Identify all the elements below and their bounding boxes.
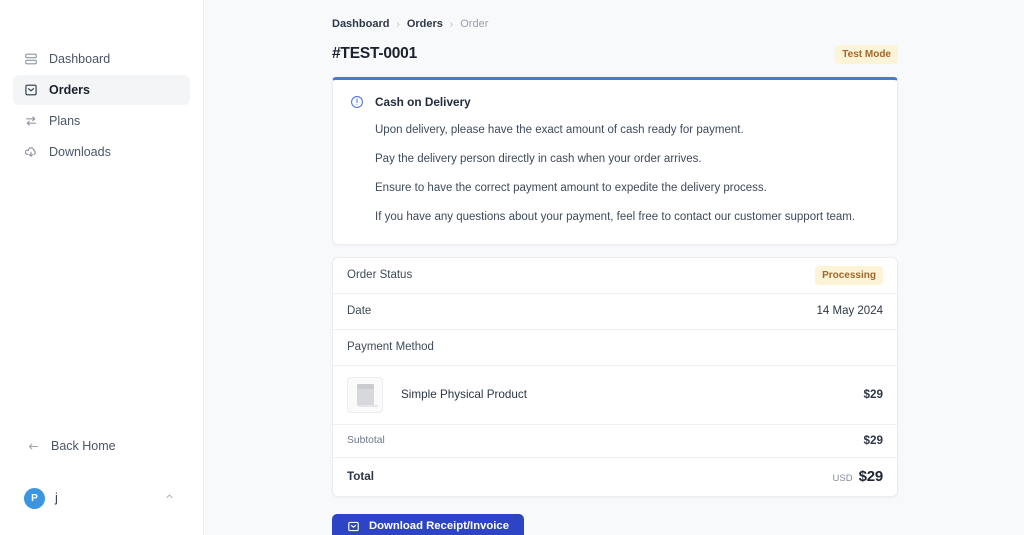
payment-method-row: Payment Method xyxy=(333,330,897,366)
cash-on-delivery-alert: Cash on Delivery Upon delivery, please h… xyxy=(332,77,898,245)
sidebar-item-plans[interactable]: Plans xyxy=(13,106,190,136)
total-amount: USD $29 xyxy=(833,468,884,485)
alert-body: Upon delivery, please have the exact amo… xyxy=(375,123,880,225)
breadcrumb-separator: › xyxy=(396,18,400,30)
product-name: Simple Physical Product xyxy=(401,388,528,402)
payment-method-label: Payment Method xyxy=(347,341,434,354)
alert-line: Pay the delivery person directly in cash… xyxy=(375,152,702,165)
product-price: $29 xyxy=(863,388,883,402)
info-circle-icon xyxy=(350,95,364,109)
sidebar-item-label: Dashboard xyxy=(49,51,111,66)
back-home-label: Back Home xyxy=(51,439,116,453)
inbox-icon xyxy=(24,83,38,97)
exchange-arrows-icon xyxy=(24,114,38,128)
sidebar-item-downloads[interactable]: Downloads xyxy=(13,137,190,167)
order-date-value: 14 May 2024 xyxy=(816,305,884,318)
total-row: Total USD $29 xyxy=(333,458,897,496)
sidebar: Dashboard Orders Plans Downloads Back Ho… xyxy=(0,0,204,535)
breadcrumb-dashboard[interactable]: Dashboard xyxy=(332,18,389,30)
cloud-download-icon xyxy=(24,145,38,159)
product-thumbnail xyxy=(347,376,383,413)
breadcrumb-separator: › xyxy=(449,18,454,30)
status-badge: Processing xyxy=(815,265,883,285)
content-column: Dashboard › Orders › Order #TEST-0001 Te… xyxy=(332,16,898,535)
user-menu[interactable]: P j xyxy=(13,483,190,513)
order-status-row: Order Status Processing xyxy=(333,258,897,294)
title-row: #TEST-0001 Test Mode xyxy=(332,43,898,65)
chevron-up-icon[interactable] xyxy=(164,491,175,505)
line-item-row: Simple Physical Product $29 xyxy=(333,366,897,425)
total-value: $29 xyxy=(858,468,884,486)
sidebar-item-dashboard[interactable]: Dashboard xyxy=(13,44,190,74)
order-date-label: Date xyxy=(347,305,372,318)
alert-title: Cash on Delivery xyxy=(375,95,471,109)
arrow-left-icon xyxy=(27,440,40,453)
sidebar-item-label: Plans xyxy=(49,113,81,128)
breadcrumb-order: Order xyxy=(460,18,489,30)
download-receipt-button[interactable]: Download Receipt/Invoice xyxy=(332,513,524,535)
inbox-icon xyxy=(347,520,360,533)
main-content: Dashboard › Orders › Order #TEST-0001 Te… xyxy=(204,0,1024,535)
alert-line: If you have any questions about your pay… xyxy=(375,210,856,223)
total-currency: USD xyxy=(832,473,853,485)
subtotal-label: Subtotal xyxy=(347,435,385,447)
user-name: j xyxy=(55,491,58,505)
breadcrumb-orders[interactable]: Orders xyxy=(407,18,443,30)
back-home-link[interactable]: Back Home xyxy=(13,433,190,459)
sidebar-nav: Dashboard Orders Plans Downloads xyxy=(0,44,203,167)
sidebar-item-label: Orders xyxy=(49,82,90,97)
test-mode-badge: Test Mode xyxy=(835,44,898,64)
breadcrumb: Dashboard › Orders › Order xyxy=(332,16,898,32)
alert-line: Ensure to have the correct payment amoun… xyxy=(375,181,767,194)
order-status-label: Order Status xyxy=(347,269,413,282)
download-receipt-label: Download Receipt/Invoice xyxy=(369,520,509,533)
sidebar-item-label: Downloads xyxy=(49,144,111,159)
total-label: Total xyxy=(347,470,375,484)
image-placeholder-icon xyxy=(356,383,378,407)
order-details-card: Order Status Processing Date 14 May 2024… xyxy=(332,256,898,497)
order-date-row: Date 14 May 2024 xyxy=(333,294,897,330)
subtotal-row: Subtotal $29 xyxy=(333,425,897,458)
alert-line: Upon delivery, please have the exact amo… xyxy=(375,124,744,136)
app-root: Dashboard Orders Plans Downloads Back Ho… xyxy=(0,0,1024,535)
sidebar-item-orders[interactable]: Orders xyxy=(13,75,190,105)
avatar: P xyxy=(24,487,45,509)
subtotal-value: $29 xyxy=(863,434,883,448)
sidebar-footer: Back Home P j xyxy=(0,433,203,535)
layers-icon xyxy=(24,52,38,66)
alert-header: Cash on Delivery xyxy=(350,95,880,109)
page-title: #TEST-0001 xyxy=(332,45,418,62)
